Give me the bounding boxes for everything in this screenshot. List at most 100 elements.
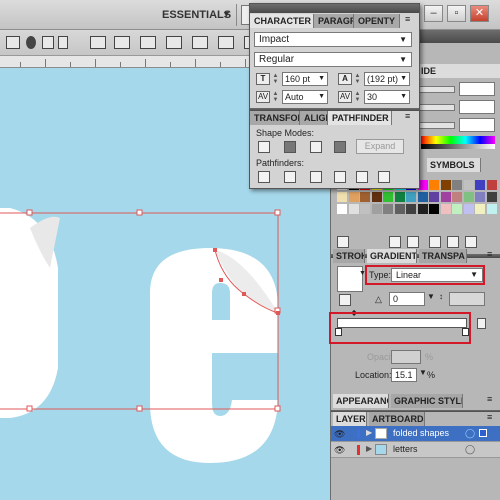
aspect-ratio-field[interactable] [449, 292, 485, 306]
swatch-libraries-icon[interactable] [337, 236, 349, 248]
color-swatch[interactable] [348, 204, 359, 214]
exclude-icon[interactable] [334, 141, 346, 153]
tab-gradient[interactable]: GRADIENT [367, 249, 417, 263]
reference-point-icon[interactable] [58, 36, 68, 49]
color-swatch[interactable] [440, 204, 451, 214]
visibility-eye-icon[interactable]: 👁 [334, 429, 345, 440]
kerning-field[interactable]: Auto ▼ [282, 90, 328, 104]
chevron-down-icon[interactable]: ▼ [222, 9, 231, 19]
reverse-gradient-icon[interactable] [339, 294, 351, 306]
gradient-type-select[interactable]: Linear ▼ [391, 268, 483, 282]
minimize-button[interactable]: – [424, 5, 443, 22]
delete-stop-icon[interactable] [477, 318, 486, 329]
color-swatch[interactable] [383, 192, 393, 202]
merge-icon[interactable] [310, 171, 322, 183]
divide-icon[interactable] [258, 171, 270, 183]
location-field[interactable]: 15.1 [391, 368, 417, 382]
color-swatch[interactable] [429, 192, 439, 202]
color-swatch[interactable] [452, 204, 462, 214]
tracking-stepper[interactable]: ▲ ▼ [354, 91, 361, 104]
font-size-stepper[interactable]: ▲ ▼ [272, 73, 279, 86]
align-center-icon[interactable] [114, 36, 130, 49]
visibility-eye-icon[interactable]: 👁 [334, 445, 345, 456]
color-swatch[interactable] [463, 192, 474, 202]
gradient-slider[interactable] [337, 318, 467, 328]
color-swatch[interactable] [440, 192, 451, 202]
color-swatch[interactable] [360, 192, 370, 202]
color-swatch[interactable] [371, 192, 382, 202]
minus-back-icon[interactable] [378, 171, 390, 183]
outline-icon[interactable] [356, 171, 368, 183]
tab-transparency[interactable]: TRANSPA [419, 249, 467, 263]
layer-row-letters[interactable]: 👁 ▶ letters ◯ [331, 442, 500, 458]
tab-graphic-styles[interactable]: GRAPHIC STYLES [391, 394, 463, 408]
unite-icon[interactable] [258, 141, 270, 153]
align-right-icon[interactable] [140, 36, 156, 49]
opacity-field[interactable] [391, 350, 421, 364]
color-value-field[interactable] [459, 118, 495, 132]
align-bottom-icon[interactable] [218, 36, 234, 49]
color-swatch[interactable] [475, 204, 485, 214]
target-icon[interactable]: ◯ [465, 428, 475, 439]
color-spectrum[interactable] [421, 136, 495, 144]
gradient-stop-left[interactable] [335, 328, 342, 336]
font-style-select[interactable]: Regular ▼ [254, 52, 412, 67]
tab-artboards[interactable]: ARTBOARDS [369, 412, 425, 426]
layer-name[interactable]: folded shapes [393, 428, 449, 438]
tab-transform[interactable]: TRANSFOR [250, 111, 300, 125]
chevron-right-icon[interactable]: ▶ [366, 428, 372, 437]
swatch-kind-icon[interactable] [389, 236, 401, 248]
color-swatch[interactable] [452, 192, 462, 202]
color-swatch[interactable] [429, 180, 439, 190]
panel-title-bar[interactable] [250, 4, 419, 13]
tab-appearance[interactable]: APPEARANCE [333, 394, 389, 408]
leading-field[interactable]: (192 pt) ▼ [364, 72, 410, 86]
color-swatch[interactable] [486, 180, 497, 190]
grayscale-ramp[interactable] [421, 144, 495, 149]
align-left-icon[interactable] [90, 36, 106, 49]
workspace-switcher[interactable]: ESSENTIALS [162, 9, 231, 21]
expand-button[interactable]: Expand [356, 139, 404, 154]
tab-opentype[interactable]: OPENTY [354, 14, 400, 28]
layer-row-folded-shapes[interactable]: 👁 ▶ folded shapes ◯ [331, 426, 500, 442]
layer-name[interactable]: letters [393, 444, 418, 454]
target-icon[interactable]: ◯ [465, 444, 475, 455]
color-swatch[interactable] [394, 192, 405, 202]
chevron-right-icon[interactable]: ▶ [366, 444, 372, 453]
tab-layers[interactable]: LAYERS [333, 412, 367, 426]
panel-menu-icon[interactable]: ≡ [405, 14, 410, 24]
color-swatch[interactable] [440, 180, 451, 190]
color-swatch[interactable] [394, 204, 405, 214]
color-swatch[interactable] [337, 204, 347, 214]
align-icon[interactable] [6, 36, 20, 49]
color-swatch[interactable] [475, 180, 485, 190]
color-swatch[interactable] [486, 192, 497, 202]
align-top-icon[interactable] [166, 36, 182, 49]
color-value-field[interactable] [459, 82, 495, 96]
restore-button[interactable]: ▫ [447, 5, 466, 22]
color-swatch[interactable] [383, 204, 393, 214]
color-swatch[interactable] [348, 192, 359, 202]
color-swatch[interactable] [371, 204, 382, 214]
crop-icon[interactable] [334, 171, 346, 183]
color-swatch[interactable] [429, 204, 439, 214]
new-swatch-icon[interactable] [447, 236, 459, 248]
trim-icon[interactable] [284, 171, 296, 183]
color-swatch[interactable] [417, 204, 428, 214]
recolor-icon[interactable] [26, 36, 36, 49]
panel-menu-icon[interactable]: ≡ [405, 111, 410, 121]
color-value-field[interactable] [459, 100, 495, 114]
tab-character[interactable]: CHARACTER [250, 14, 314, 28]
chevron-down-icon[interactable]: ▼ [419, 368, 427, 377]
color-swatch[interactable] [486, 204, 497, 214]
tracking-field[interactable]: 30 ▼ [364, 90, 410, 104]
delete-swatch-icon[interactable] [465, 236, 477, 248]
tab-stroke[interactable]: STROKE [333, 249, 365, 263]
color-swatch[interactable] [463, 204, 474, 214]
font-family-select[interactable]: Impact ▼ [254, 32, 412, 47]
panel-menu-icon[interactable]: ≡ [487, 249, 492, 259]
new-color-group-icon[interactable] [429, 236, 441, 248]
color-swatch[interactable] [452, 180, 462, 190]
color-swatch[interactable] [337, 192, 347, 202]
intersect-icon[interactable] [310, 141, 322, 153]
